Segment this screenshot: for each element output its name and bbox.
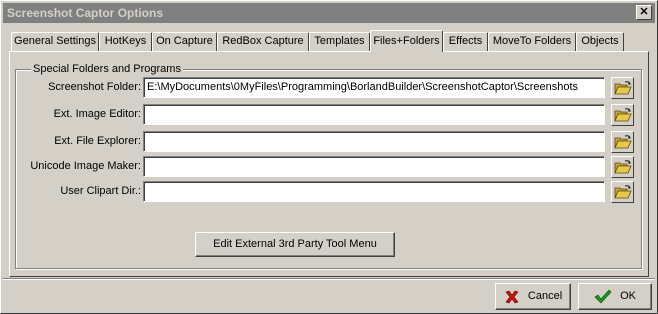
open-folder-icon: [614, 135, 632, 149]
ext-file-explorer-browse-button[interactable]: [611, 131, 634, 153]
screenshot-folder-input[interactable]: E:\MyDocuments\0MyFiles\Programming\Borl…: [143, 77, 605, 98]
unicode-image-maker-browse-button[interactable]: [611, 156, 634, 178]
user-clipart-dir-label: User Clipart Dir.:: [60, 185, 141, 197]
footer-divider: [3, 278, 655, 280]
edit-tool-menu-label: Edit External 3rd Party Tool Menu: [213, 238, 377, 250]
screenshot-folder-browse-button[interactable]: [611, 77, 634, 99]
window-title: Screenshot Captor Options: [7, 6, 164, 20]
tab-files-folders[interactable]: Files+Folders: [370, 30, 443, 52]
tab-label: Files+Folders: [373, 35, 440, 47]
open-folder-icon: [614, 81, 632, 95]
tab-label: General Settings: [14, 35, 96, 47]
tab-templates[interactable]: Templates: [309, 32, 370, 51]
tab-label: MoveTo Folders: [492, 35, 572, 47]
tab-hotkeys[interactable]: HotKeys: [99, 32, 152, 51]
tab-redbox-capture[interactable]: RedBox Capture: [217, 32, 309, 51]
ext-image-editor-input[interactable]: [143, 104, 605, 125]
options-dialog: Screenshot Captor Options ✕ General Sett…: [0, 0, 658, 314]
cancel-label: Cancel: [527, 290, 563, 302]
ext-file-explorer-label: Ext. File Explorer:: [54, 135, 141, 147]
tab-general-settings[interactable]: General Settings: [11, 32, 99, 51]
tab-label: Templates: [314, 35, 365, 47]
screenshot-folder-label: Screenshot Folder:: [48, 81, 141, 93]
ext-image-editor-browse-button[interactable]: [611, 104, 634, 126]
user-clipart-dir-input[interactable]: [143, 181, 605, 202]
tab-label: HotKeys: [104, 35, 147, 47]
title-bar: Screenshot Captor Options ✕: [3, 3, 655, 23]
unicode-image-maker-input[interactable]: [143, 156, 605, 177]
ext-file-explorer-input[interactable]: [143, 131, 605, 152]
tab-label: RedBox Capture: [222, 35, 304, 47]
group-title: Special Folders and Programs: [31, 63, 183, 75]
ok-button[interactable]: OK: [578, 283, 652, 310]
open-folder-icon: [614, 108, 632, 122]
tab-moveto-folders[interactable]: MoveTo Folders: [488, 32, 576, 51]
ok-label: OK: [620, 290, 636, 302]
close-button[interactable]: ✕: [636, 5, 652, 20]
green-check-icon: [594, 289, 612, 303]
tab-label: Objects: [581, 35, 619, 47]
tab-label: On Capture: [156, 35, 213, 47]
tab-effects[interactable]: Effects: [443, 32, 488, 51]
cancel-button[interactable]: Cancel: [495, 283, 571, 310]
tab-on-capture[interactable]: On Capture: [152, 32, 217, 51]
open-folder-icon: [614, 185, 632, 199]
tab-label: Effects: [448, 35, 483, 47]
ext-image-editor-label: Ext. Image Editor:: [53, 108, 141, 120]
tab-objects[interactable]: Objects: [576, 32, 624, 51]
unicode-image-maker-label: Unicode Image Maker:: [30, 160, 141, 172]
open-folder-icon: [614, 160, 632, 174]
red-x-icon: [505, 290, 519, 303]
edit-external-tool-menu-button[interactable]: Edit External 3rd Party Tool Menu: [195, 232, 395, 257]
user-clipart-dir-browse-button[interactable]: [611, 181, 634, 203]
close-icon: ✕: [639, 6, 649, 18]
